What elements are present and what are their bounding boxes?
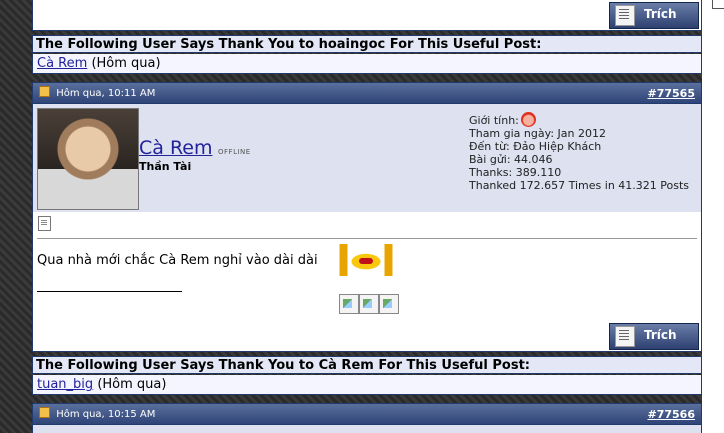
thanks-header: The Following User Says Thank You to Cà … (32, 356, 702, 374)
signature-image-1 (339, 294, 359, 314)
thanks-header-text: The Following User Says Thank You to Cà … (36, 358, 531, 373)
post-number-link[interactable]: #77566 (648, 404, 696, 426)
thanks-user-link[interactable]: Cà Rem (37, 56, 87, 71)
post-status-icon (39, 407, 50, 418)
user-title: Thần Tài (139, 160, 192, 173)
thanks-time: (Hôm qua) (91, 56, 161, 71)
thanks-header-text: The Following User Says Thank You to hoa… (36, 37, 542, 52)
online-status: OFFLINE (218, 148, 251, 156)
thanked-count: Thanked 172.657 Times in 41.321 Posts (469, 179, 690, 192)
post-date: Hôm qua, 10:15 AM (56, 409, 156, 420)
gender-label: Giới tính: (469, 114, 519, 127)
post-number-link[interactable]: #77565 (648, 83, 696, 105)
post-count: Bài gửi: 44.046 (469, 153, 553, 166)
thanks-user-link[interactable]: tuan_big (37, 377, 93, 392)
quote-icon (615, 326, 635, 347)
join-date: Tham gia ngày: Jan 2012 (469, 127, 606, 140)
post-status-icon (39, 86, 50, 97)
previous-post-footer: Trích (32, 0, 702, 31)
signature-image-2 (359, 294, 379, 314)
post-number-hash: # (647, 408, 657, 421)
doc-icon (38, 216, 51, 231)
quote-button[interactable]: Trích (609, 2, 699, 29)
post-date: Hôm qua, 10:11 AM (56, 88, 156, 99)
signature-image-3 (379, 294, 399, 314)
thanks-count: Thanks: 389.110 (469, 166, 562, 179)
post-header: Hôm qua, 10:15 AM #77566 (32, 403, 702, 425)
quote-button-label: Trích (644, 328, 677, 342)
window-edge (702, 0, 724, 433)
post-header: Hôm qua, 10:11 AM #77565 (32, 82, 702, 104)
user-info-bar: Cà Rem OFFLINE Thần Tài Giới tính: Tham … (32, 104, 702, 212)
post-message: Qua nhà mới chắc Cà Rem nghỉ vào dài dài (37, 253, 318, 268)
post-body: Qua nhà mới chắc Cà Rem nghỉ vào dài dài… (32, 212, 702, 352)
divider (37, 238, 697, 239)
user-stats: Giới tính: Tham gia ngày: Jan 2012 Đến t… (469, 112, 689, 192)
quote-icon (615, 5, 635, 26)
window-corner (712, 0, 724, 9)
thanks-list: Cà Rem (Hôm qua) (32, 54, 702, 74)
user-avatar[interactable] (37, 108, 139, 210)
thanks-time: (Hôm qua) (97, 377, 167, 392)
post-number: 77566 (656, 408, 695, 421)
location: Đến từ: Đảo Hiệp Khách (469, 140, 602, 153)
post-number: 77565 (656, 87, 695, 100)
quote-button[interactable]: Trích (609, 323, 699, 350)
gender-row: Giới tính: (469, 112, 689, 127)
next-post-userbar (32, 425, 702, 433)
female-icon (520, 112, 536, 127)
quote-button-label: Trích (644, 7, 677, 21)
post-username-link[interactable]: Cà Rem (139, 137, 213, 159)
thanks-list: tuan_big (Hôm qua) (32, 375, 702, 395)
thanks-header: The Following User Says Thank You to hoa… (32, 35, 702, 53)
angry-emoticon (333, 244, 399, 276)
post-number-hash: # (647, 87, 657, 100)
signature-divider (37, 291, 182, 292)
